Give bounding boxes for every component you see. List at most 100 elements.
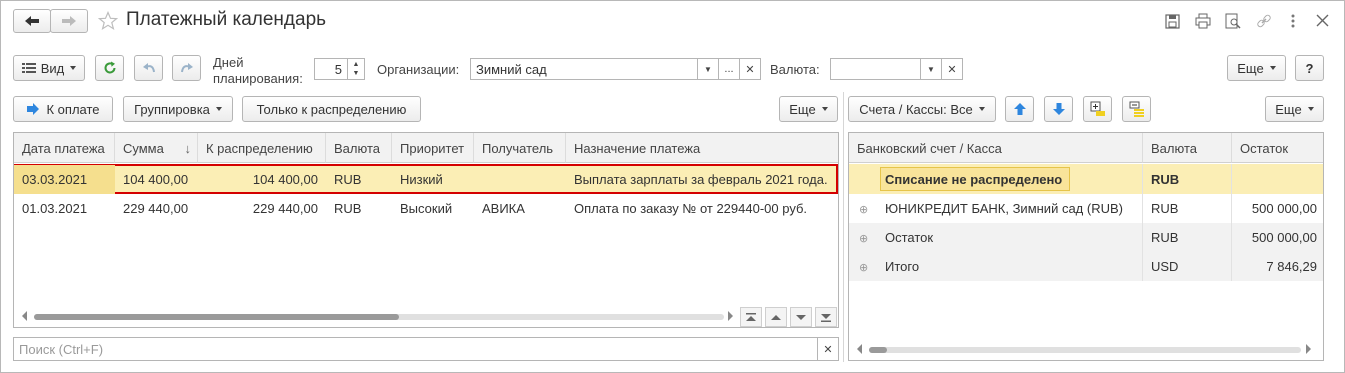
cell-balance[interactable]: 500 000,00 — [1232, 223, 1323, 252]
left-more-button[interactable]: Еще — [779, 96, 838, 122]
org-dropdown-button[interactable]: ▼ — [697, 58, 719, 80]
more-menu-icon[interactable] — [1290, 13, 1296, 29]
to-pay-button[interactable]: К оплате — [13, 96, 113, 122]
save-icon[interactable] — [1165, 14, 1180, 29]
days-input[interactable]: 5 — [314, 58, 348, 80]
arrow-up-blue-icon — [1013, 103, 1026, 115]
right-more-button[interactable]: Еще — [1265, 96, 1324, 122]
cell-to-distribute[interactable]: 229 440,00 — [198, 194, 326, 223]
expand-all-button[interactable] — [1083, 96, 1112, 122]
cell-priority[interactable]: Высокий — [392, 194, 474, 223]
preview-icon[interactable] — [1225, 13, 1241, 29]
col-header-recipient[interactable]: Получатель — [474, 133, 566, 163]
col-header-date[interactable]: Дата платежа — [14, 133, 115, 163]
cell-account[interactable]: Итого — [877, 252, 1143, 281]
cell-currency[interactable]: RUB — [326, 165, 392, 194]
scroll-bottom-button[interactable] — [815, 307, 837, 327]
stepper-down-icon[interactable]: ▼ — [353, 69, 360, 78]
scroll-down-button[interactable] — [790, 307, 812, 327]
cell-amount[interactable]: 229 440,00 — [115, 194, 198, 223]
org-clear-button[interactable]: ✕ — [739, 58, 761, 80]
expand-node-icon[interactable]: ⊕ — [859, 232, 868, 245]
cell-amount[interactable]: 104 400,00 — [115, 165, 198, 194]
accounts-table[interactable]: Банковский счет / Касса Валюта Остаток С… — [848, 132, 1324, 361]
cell-purpose[interactable]: Выплата зарплаты за февраль 2021 года. — [566, 165, 836, 194]
cell-acc-currency[interactable]: RUB — [1143, 194, 1232, 223]
scroll-left-arrow[interactable] — [857, 344, 865, 356]
back-button[interactable] — [13, 9, 51, 33]
first-icon — [746, 312, 756, 321]
grouping-button[interactable]: Группировка — [123, 96, 233, 122]
col-header-currency[interactable]: Валюта — [326, 133, 392, 163]
cell-date[interactable]: 03.03.2021 — [14, 165, 115, 194]
scroll-top-button[interactable] — [740, 307, 762, 327]
cell-date[interactable]: 01.03.2021 — [14, 194, 115, 223]
cell-acc-currency[interactable]: USD — [1143, 252, 1232, 281]
expand-node-icon[interactable]: ⊕ — [859, 203, 868, 216]
move-up-button[interactable] — [1005, 96, 1034, 122]
scroll-right-arrow[interactable] — [1306, 344, 1314, 356]
org-input[interactable]: Зимний сад — [470, 58, 698, 80]
help-button[interactable]: ? — [1295, 55, 1324, 81]
currency-input[interactable] — [830, 58, 922, 80]
scroll-left-arrow[interactable] — [22, 311, 30, 323]
cell-priority[interactable]: Низкий — [392, 165, 474, 194]
move-down-button[interactable] — [1044, 96, 1073, 122]
cell-account[interactable]: Списание не распределено — [877, 165, 1143, 194]
currency-dropdown-button[interactable]: ▼ — [920, 58, 942, 80]
stepper-up-icon[interactable]: ▲ — [353, 60, 360, 69]
view-button[interactable]: Вид — [13, 55, 85, 81]
cell-acc-currency[interactable]: RUB — [1143, 223, 1232, 252]
cell-balance[interactable]: 500 000,00 — [1232, 194, 1323, 223]
horizontal-scrollbar-thumb[interactable] — [34, 314, 399, 320]
redo-icon — [180, 63, 193, 73]
col-header-account[interactable]: Банковский счет / Касса — [849, 133, 1143, 163]
list-view-icon — [21, 63, 36, 73]
cell-balance[interactable] — [1232, 165, 1323, 194]
undo-button[interactable] — [134, 55, 163, 81]
accounts-filter-button[interactable]: Счета / Кассы: Все — [848, 96, 996, 122]
accounts-filter-label: Счета / Кассы: Все — [859, 101, 973, 117]
forward-button[interactable] — [50, 9, 88, 33]
search-input[interactable]: Поиск (Ctrl+F) — [13, 337, 818, 361]
col-header-priority[interactable]: Приоритет — [392, 133, 474, 163]
org-select-button[interactable]: ... — [718, 58, 740, 80]
currency-clear-button[interactable]: ✕ — [941, 58, 963, 80]
scroll-right-arrow[interactable] — [728, 311, 736, 323]
cell-acc-currency[interactable]: RUB — [1143, 165, 1232, 194]
cell-currency[interactable]: RUB — [326, 194, 392, 223]
panel-splitter[interactable] — [843, 92, 844, 362]
horizontal-scrollbar-thumb[interactable] — [869, 347, 887, 353]
payments-table[interactable]: Дата платежа Сумма ↓ К распределению Вал… — [13, 132, 839, 328]
more-button[interactable]: Еще — [1227, 55, 1286, 81]
link-icon[interactable] — [1256, 13, 1272, 29]
to-pay-label: К оплате — [46, 101, 100, 117]
cell-account[interactable]: ЮНИКРЕДИТ БАНК, Зимний сад (RUB) — [877, 194, 1143, 223]
redo-button[interactable] — [172, 55, 201, 81]
col-header-balance[interactable]: Остаток — [1232, 133, 1323, 163]
scroll-up-button[interactable] — [765, 307, 787, 327]
page-title: Платежный календарь — [126, 9, 327, 30]
cell-balance[interactable]: 7 846,29 — [1232, 252, 1323, 281]
col-header-purpose[interactable]: Назначение платежа — [566, 133, 838, 163]
cell-recipient[interactable] — [474, 165, 566, 194]
cell-purpose[interactable]: Оплата по заказу № от 229440-00 руб. — [566, 194, 836, 223]
days-stepper[interactable]: ▲ ▼ — [347, 58, 365, 80]
print-icon[interactable] — [1195, 13, 1211, 29]
refresh-button[interactable] — [95, 55, 124, 81]
favorite-star-icon[interactable] — [98, 11, 118, 31]
col-header-amount[interactable]: Сумма ↓ — [115, 133, 198, 163]
horizontal-scrollbar-track[interactable] — [869, 347, 1301, 353]
search-clear-button[interactable]: ✕ — [817, 337, 839, 361]
cell-to-distribute[interactable]: 104 400,00 — [198, 165, 326, 194]
collapse-all-button[interactable] — [1122, 96, 1151, 122]
last-icon — [821, 313, 831, 322]
col-header-acc-currency[interactable]: Валюта — [1143, 133, 1232, 163]
expand-node-icon[interactable]: ⊕ — [859, 261, 868, 274]
close-icon[interactable] — [1316, 14, 1329, 27]
col-header-to-distribute[interactable]: К распределению — [198, 133, 326, 163]
cell-account[interactable]: Остаток — [877, 223, 1143, 252]
cell-recipient[interactable]: АВИКА — [474, 194, 566, 223]
column-divider — [1142, 164, 1143, 281]
only-distribution-button[interactable]: Только к распределению — [242, 96, 421, 122]
